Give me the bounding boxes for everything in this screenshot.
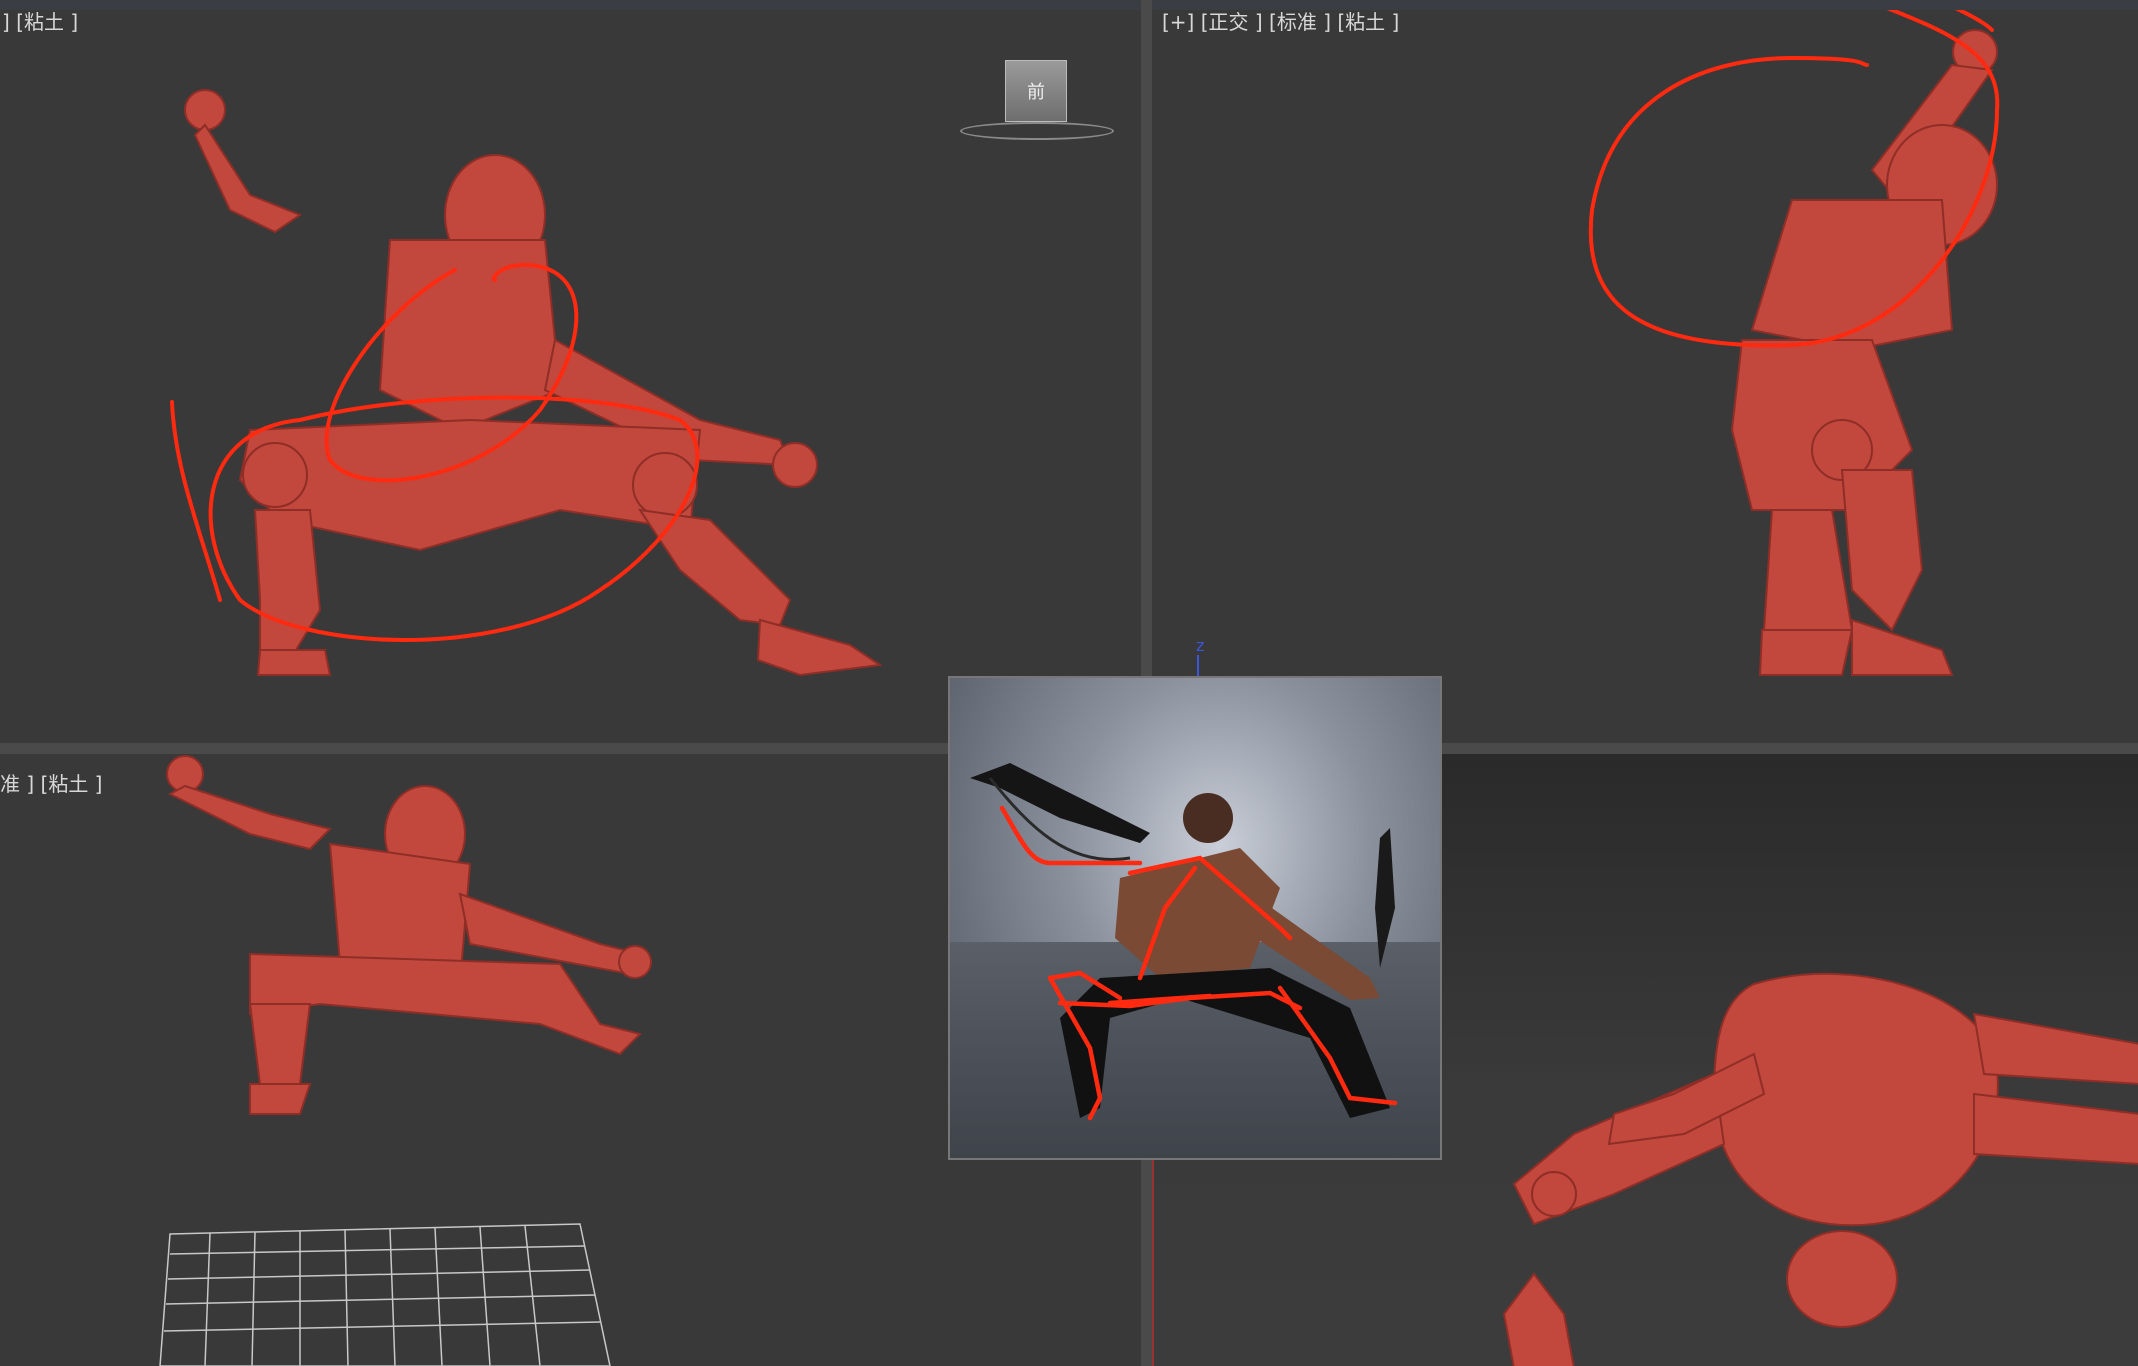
reference-photo: [948, 676, 1442, 1160]
reference-figure: [970, 763, 1398, 1121]
3d-modeling-screen: ] [粘土 ] 前 [+] [正交] [标准] [粘土] 准] [粘土 …: [0, 0, 2138, 1366]
